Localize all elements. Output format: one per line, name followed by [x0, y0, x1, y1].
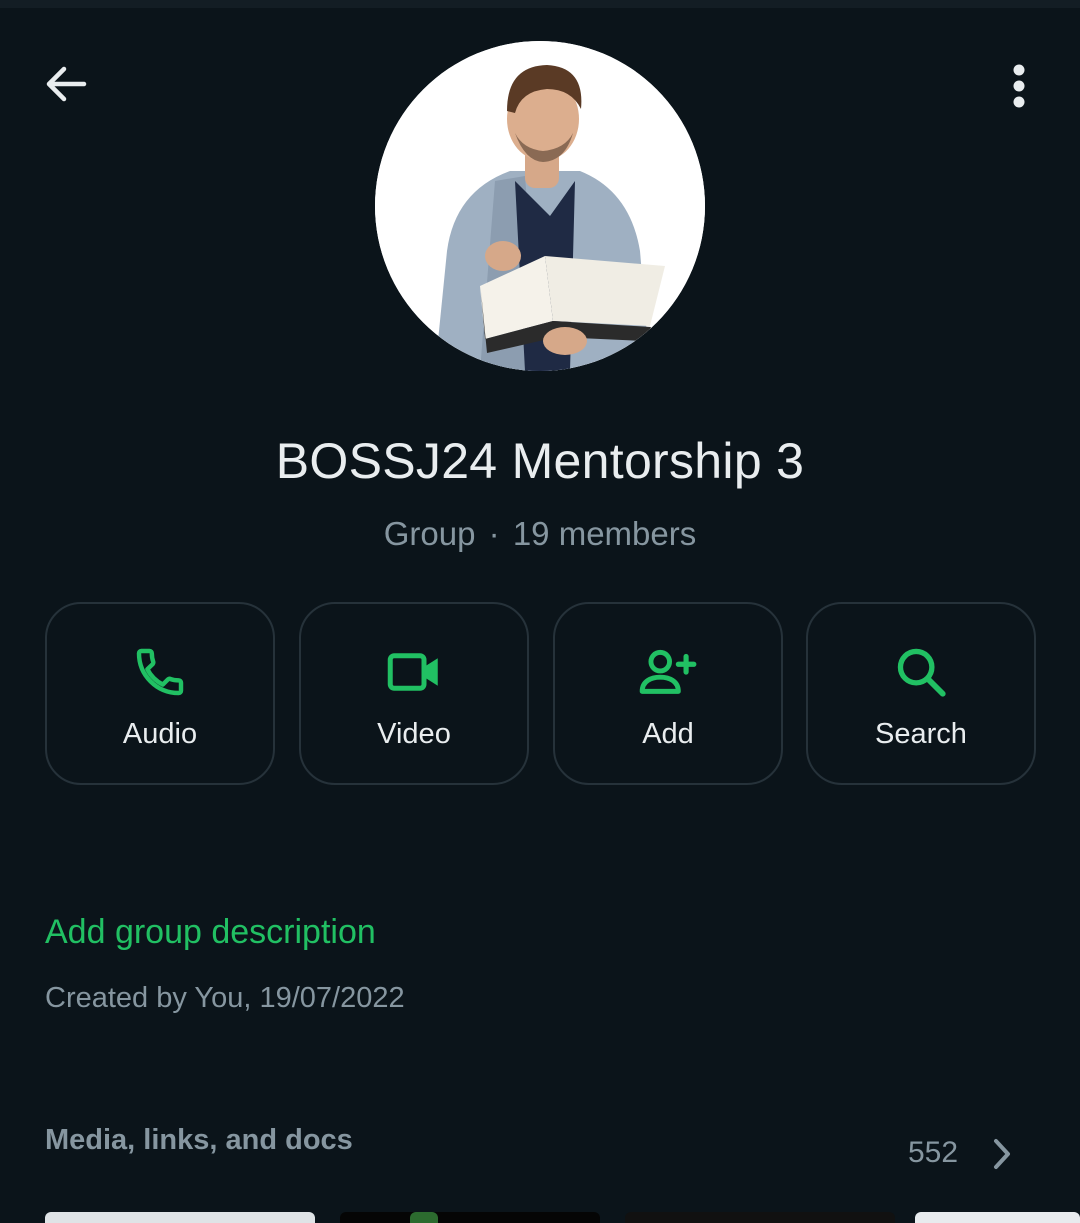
media-thumbnail[interactable]	[410, 1212, 438, 1223]
media-thumbnail[interactable]	[45, 1212, 315, 1223]
audio-call-button[interactable]: Audio	[45, 602, 275, 785]
video-call-button[interactable]: Video	[299, 602, 529, 785]
search-button[interactable]: Search	[806, 602, 1036, 785]
media-links-docs-row[interactable]: Media, links, and docs 552	[0, 1110, 1080, 1200]
phone-icon	[136, 648, 184, 696]
media-thumbnail[interactable]	[625, 1212, 895, 1223]
group-name: BOSSJ24 Mentorship 3	[275, 433, 805, 489]
add-group-description-link[interactable]: Add group description	[45, 913, 376, 952]
add-participant-button[interactable]: Add	[553, 602, 783, 785]
search-icon	[897, 648, 946, 697]
media-count: 552	[908, 1136, 959, 1169]
status-bar-strip	[0, 0, 1080, 8]
video-label: Video	[377, 718, 451, 750]
group-photo	[375, 41, 705, 371]
group-info-screen: BOSSJ24 Mentorship 3 Group · 19 members …	[0, 0, 1080, 1223]
back-button[interactable]	[38, 56, 94, 112]
group-subtitle: Group · 19 members	[0, 515, 1080, 553]
group-avatar[interactable]	[375, 41, 705, 371]
add-person-icon	[639, 649, 697, 694]
member-count: 19 members	[512, 515, 697, 552]
video-camera-icon	[387, 653, 438, 691]
media-thumbnails-strip	[0, 1212, 1080, 1223]
audio-label: Audio	[122, 718, 198, 750]
chevron-right-icon	[986, 1134, 1018, 1174]
more-vertical-icon	[1013, 64, 1025, 108]
media-thumbnail[interactable]	[915, 1212, 1080, 1223]
media-thumbnail[interactable]	[340, 1212, 600, 1223]
created-info: Created by You, 19/07/2022	[45, 982, 405, 1014]
search-label: Search	[875, 718, 967, 750]
media-label: Media, links, and docs	[45, 1124, 353, 1156]
more-options-button[interactable]	[995, 58, 1043, 114]
add-label: Add	[642, 718, 694, 750]
group-type: Group	[383, 515, 476, 552]
separator: ·	[488, 515, 500, 552]
arrow-left-icon	[46, 66, 87, 102]
